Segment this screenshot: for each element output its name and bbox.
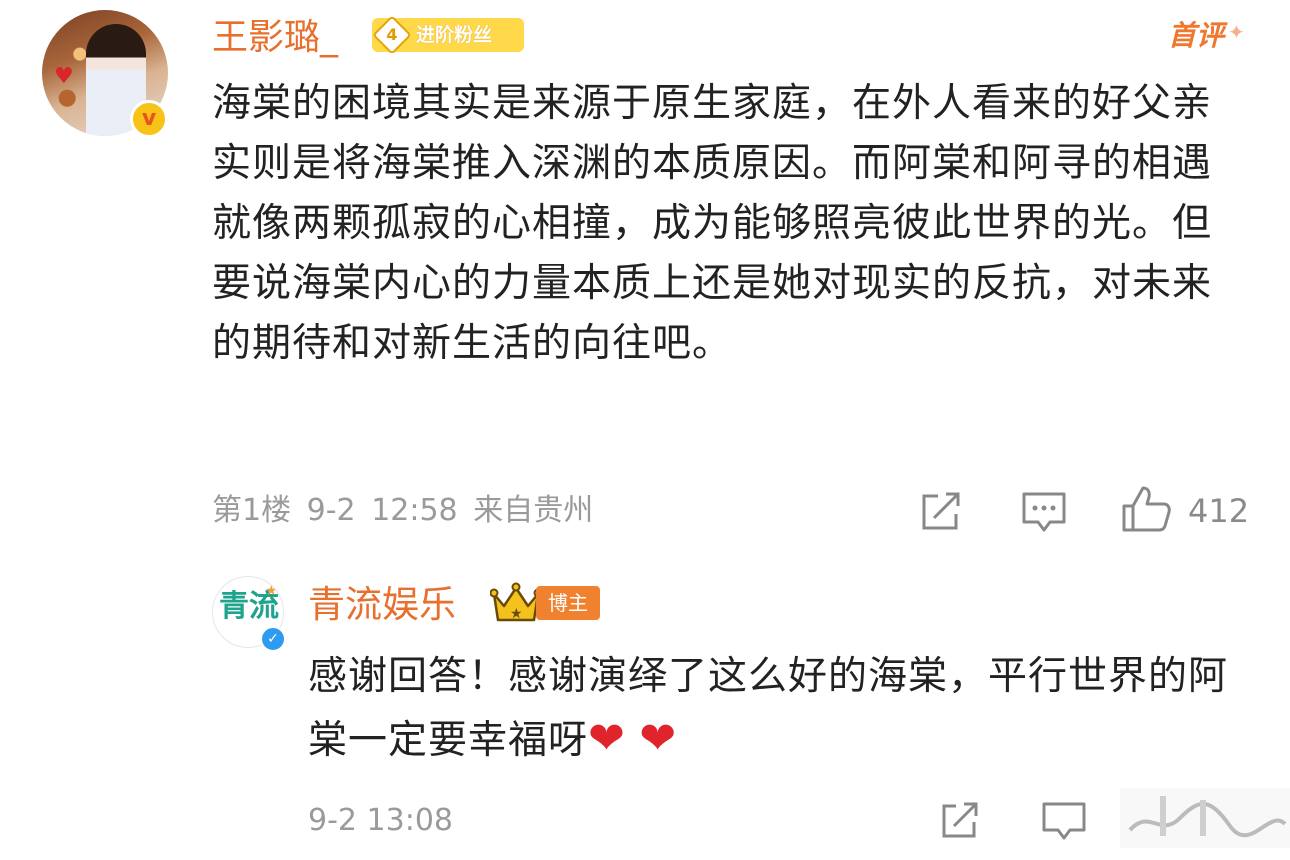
reply-text: 感谢回答！感谢演绎了这么好的海棠，平行世界的阿棠一定要幸福呀❤ ❤	[308, 646, 1248, 772]
verified-badge-icon: ✓	[260, 626, 286, 652]
host-badge: 博主	[536, 586, 600, 620]
crown-icon: ★	[489, 582, 543, 624]
comment-location: 来自贵州	[473, 493, 594, 528]
fan-level-badge[interactable]: 4 进阶粉丝	[372, 15, 524, 55]
username[interactable]: 王影璐_	[212, 14, 338, 62]
heart-emoji-icon: ❤	[588, 713, 626, 764]
fan-badge-label: 进阶粉丝	[416, 24, 493, 46]
share-icon[interactable]	[938, 800, 982, 840]
reply-username[interactable]: 青流娱乐	[308, 580, 456, 630]
reply-time: 13:08	[366, 803, 454, 838]
comment-time: 12:58	[371, 493, 458, 528]
reply-meta: 9-2 13:08	[308, 798, 453, 844]
comment-icon[interactable]	[1040, 800, 1088, 840]
first-comment-badge: 首评 ✦	[1168, 16, 1245, 56]
reply-body: 感谢回答！感谢演绎了这么好的海棠，平行世界的阿棠一定要幸福呀	[308, 654, 1229, 763]
star-icon: ★	[265, 583, 278, 599]
comment-date: 9-2	[306, 493, 356, 528]
like-icon[interactable]	[1120, 484, 1172, 534]
svg-text:★: ★	[510, 606, 523, 622]
heart-icon: ♥	[54, 64, 74, 89]
comment-text: 海棠的困境其实是来源于原生家庭，在外人看来的好父亲实则是将海棠推入深渊的本质原因…	[212, 81, 1213, 366]
like-count: 412	[1188, 492, 1250, 530]
watermark	[1120, 788, 1290, 848]
verified-badge-icon: v	[130, 100, 168, 138]
floor-number: 第1楼	[212, 493, 292, 528]
comment-meta: 第1楼 9-2 12:58 来自贵州	[212, 488, 593, 534]
comment-icon[interactable]	[1020, 490, 1068, 534]
sparkle-icon: ✦	[1228, 20, 1245, 44]
reply-date: 9-2	[308, 803, 357, 838]
level-diamond-icon: 4	[372, 15, 412, 55]
share-icon[interactable]	[918, 490, 964, 532]
heart-emoji-icon: ❤	[639, 713, 678, 764]
